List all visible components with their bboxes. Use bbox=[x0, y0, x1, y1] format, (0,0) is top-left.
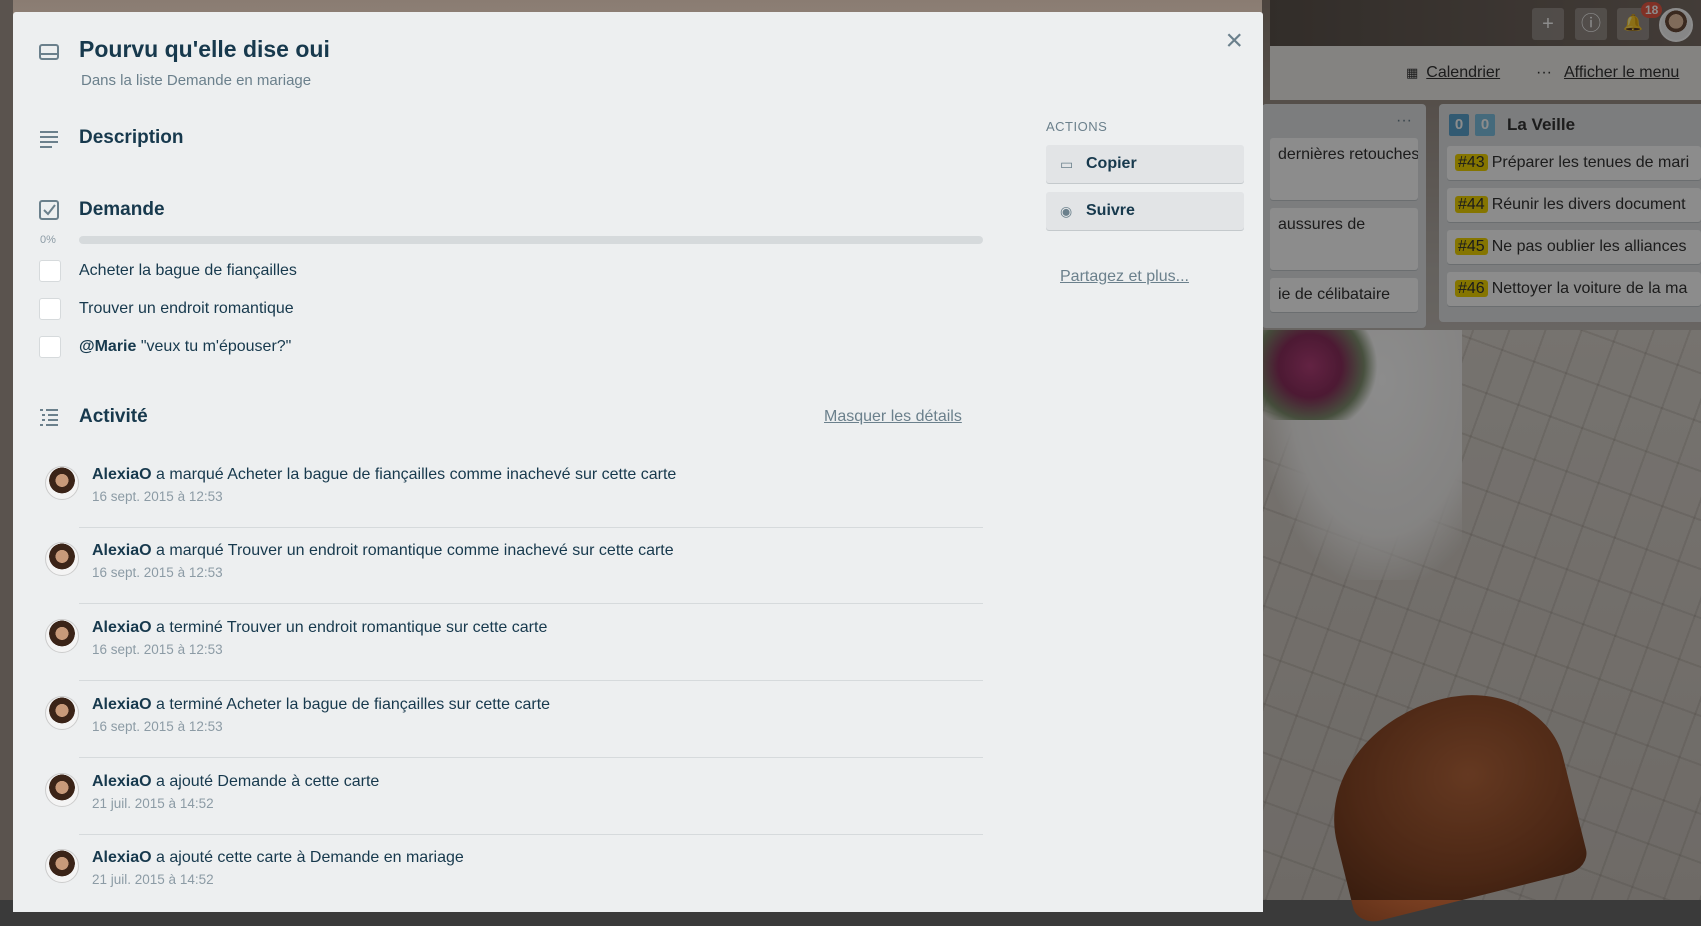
copy-icon: ▭ bbox=[1060, 155, 1074, 172]
checklist-item-text[interactable]: Acheter la bague de fiançailles bbox=[79, 262, 297, 280]
checklist-checkbox[interactable] bbox=[39, 298, 61, 320]
copy-label: Copier bbox=[1086, 155, 1137, 172]
card-title[interactable]: Pourvu qu'elle dise oui bbox=[79, 36, 330, 63]
activity-entry: AlexiaO a marqué Acheter la bague de fia… bbox=[33, 452, 983, 528]
activity-date[interactable]: 21 juil. 2015 à 14:52 bbox=[92, 796, 214, 811]
checklist-progress-label: 0% bbox=[40, 234, 56, 246]
checklist-item-text[interactable]: Trouver un endroit romantique bbox=[79, 300, 294, 318]
checklist-icon bbox=[39, 200, 59, 220]
backdrop-left-strip[interactable] bbox=[0, 0, 13, 900]
avatar[interactable] bbox=[45, 619, 79, 653]
description-heading[interactable]: Description bbox=[79, 127, 184, 149]
close-button[interactable]: × bbox=[1225, 26, 1243, 56]
avatar[interactable] bbox=[45, 849, 79, 883]
divider bbox=[79, 757, 983, 758]
copy-button[interactable]: ▭ Copier bbox=[1046, 145, 1244, 183]
description-icon bbox=[40, 131, 58, 148]
avatar[interactable] bbox=[45, 773, 79, 807]
checklist-item-text[interactable]: @Marie "veux tu m'épouser?" bbox=[79, 338, 291, 356]
activity-date[interactable]: 16 sept. 2015 à 12:53 bbox=[92, 642, 223, 657]
activity-entry: AlexiaO a terminé Trouver un endroit rom… bbox=[33, 605, 983, 681]
activity-text: AlexiaO a terminé Trouver un endroit rom… bbox=[92, 619, 548, 636]
checklist-checkbox[interactable] bbox=[39, 260, 61, 282]
close-icon: × bbox=[1225, 24, 1243, 57]
actions-heading: ACTIONS bbox=[1046, 119, 1108, 134]
follow-button[interactable]: ◉ Suivre bbox=[1046, 192, 1244, 230]
activity-entry: AlexiaO a ajouté Demande à cette carte 2… bbox=[33, 759, 983, 835]
activity-user[interactable]: AlexiaO bbox=[92, 773, 152, 790]
activity-date[interactable]: 21 juil. 2015 à 14:52 bbox=[92, 872, 214, 887]
checklist-heading[interactable]: Demande bbox=[79, 199, 165, 221]
activity-user[interactable]: AlexiaO bbox=[92, 619, 152, 636]
hide-details-link[interactable]: Masquer les détails bbox=[824, 408, 962, 426]
avatar[interactable] bbox=[45, 696, 79, 730]
card-icon bbox=[39, 44, 59, 60]
activity-date[interactable]: 16 sept. 2015 à 12:53 bbox=[92, 565, 223, 580]
activity-entry: AlexiaO a marqué Trouver un endroit roma… bbox=[33, 528, 983, 604]
follow-label: Suivre bbox=[1086, 202, 1135, 219]
activity-icon bbox=[40, 409, 58, 426]
activity-entry: AlexiaO a terminé Acheter la bague de fi… bbox=[33, 682, 983, 758]
activity-heading: Activité bbox=[79, 406, 148, 427]
activity-user[interactable]: AlexiaO bbox=[92, 849, 152, 866]
share-more-link[interactable]: Partagez et plus... bbox=[1060, 268, 1189, 286]
avatar[interactable] bbox=[45, 466, 79, 500]
checklist-progress-bar bbox=[79, 236, 983, 244]
activity-date[interactable]: 16 sept. 2015 à 12:53 bbox=[92, 489, 223, 504]
card-detail-modal: × Pourvu qu'elle dise oui Dans la liste … bbox=[13, 12, 1263, 912]
activity-text: AlexiaO a marqué Acheter la bague de fia… bbox=[92, 466, 677, 483]
activity-text: AlexiaO a ajouté Demande à cette carte bbox=[92, 773, 380, 790]
activity-user[interactable]: AlexiaO bbox=[92, 466, 152, 483]
eye-icon: ◉ bbox=[1060, 202, 1073, 219]
activity-text: AlexiaO a terminé Acheter la bague de fi… bbox=[92, 696, 551, 713]
checklist-item[interactable]: @Marie "veux tu m'épouser?" bbox=[39, 336, 291, 358]
activity-text: AlexiaO a ajouté cette carte à Demande e… bbox=[92, 849, 464, 866]
activity-date[interactable]: 16 sept. 2015 à 12:53 bbox=[92, 719, 223, 734]
checklist-item[interactable]: Acheter la bague de fiançailles bbox=[39, 260, 297, 282]
card-list-location: Dans la liste Demande en mariage bbox=[81, 72, 312, 89]
activity-user[interactable]: AlexiaO bbox=[92, 542, 152, 559]
checklist-checkbox[interactable] bbox=[39, 336, 61, 358]
divider bbox=[79, 680, 983, 681]
checklist-item[interactable]: Trouver un endroit romantique bbox=[39, 298, 294, 320]
avatar[interactable] bbox=[45, 542, 79, 576]
activity-text: AlexiaO a marqué Trouver un endroit roma… bbox=[92, 542, 674, 559]
activity-user[interactable]: AlexiaO bbox=[92, 696, 152, 713]
divider bbox=[79, 603, 983, 604]
modal-backdrop[interactable] bbox=[1262, 0, 1701, 900]
